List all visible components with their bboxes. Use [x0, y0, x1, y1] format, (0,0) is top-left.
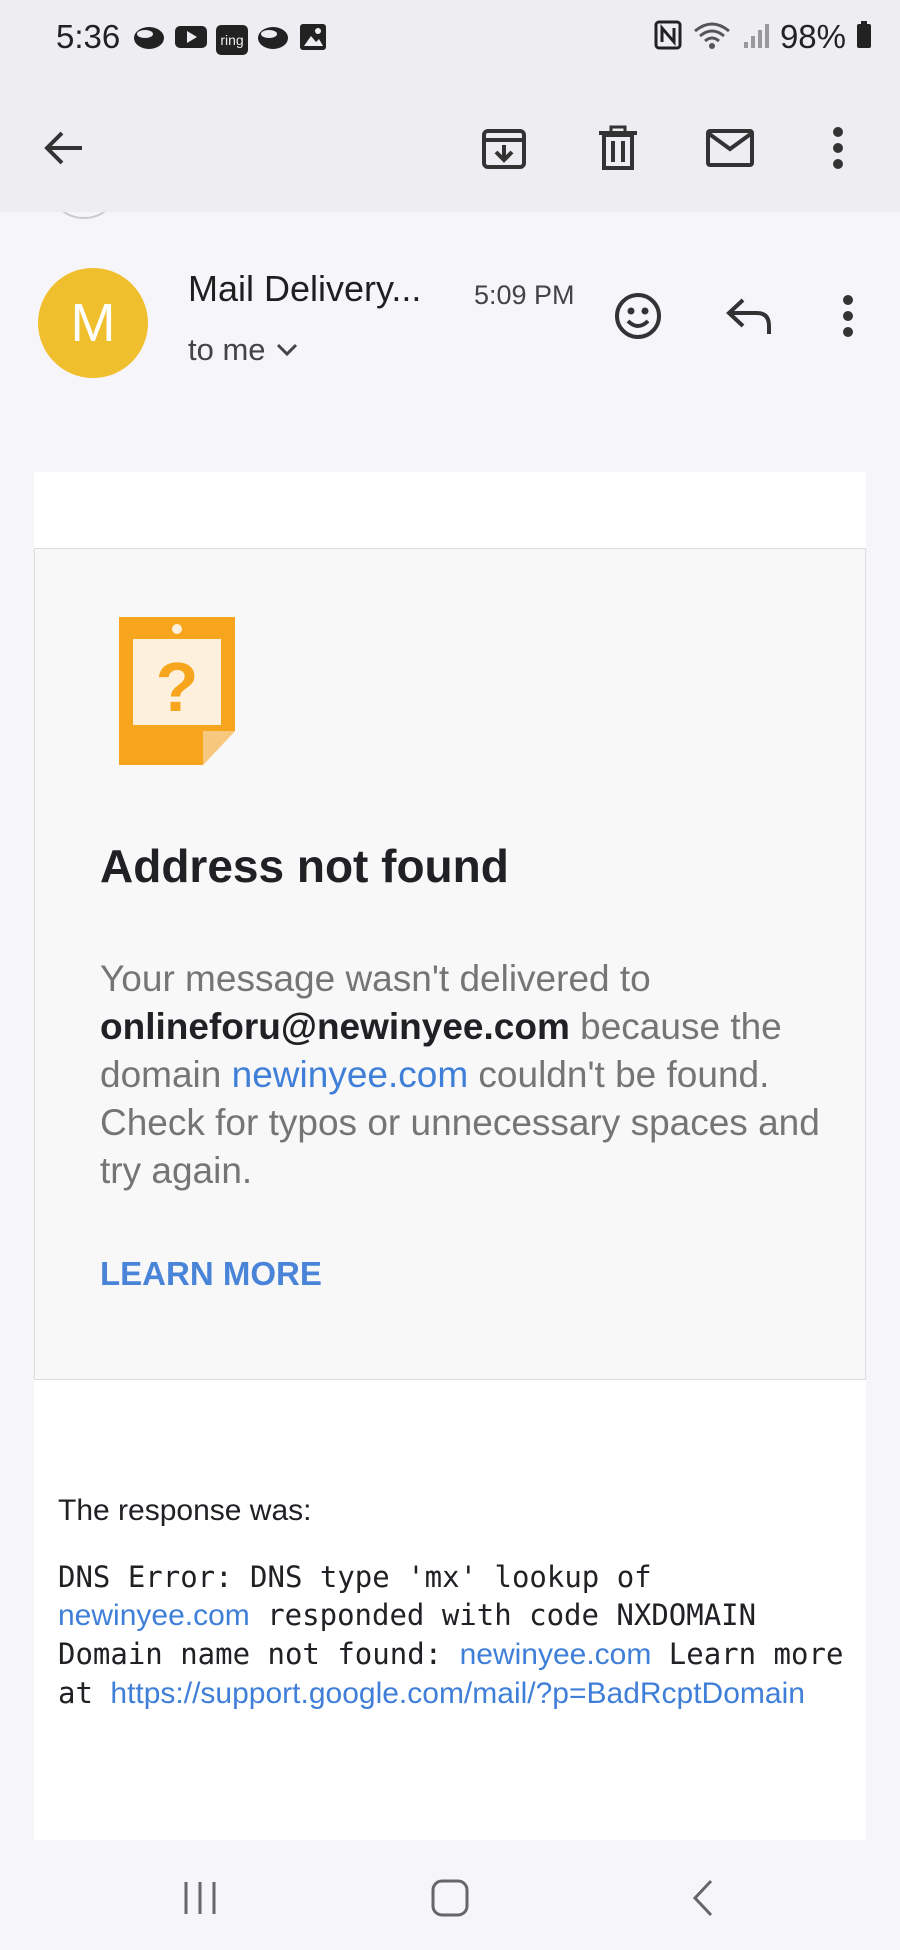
message-body: ? Address not found Your message wasn't … [34, 472, 866, 1840]
reply-button[interactable] [720, 286, 780, 346]
ring-label: ring [220, 31, 244, 48]
learn-more-link[interactable]: LEARN MORE [100, 1255, 322, 1293]
more-vert-icon [833, 127, 843, 169]
youtube-icon [174, 22, 208, 57]
dns-error-response: DNS Error: DNS type 'mx' lookup of newin… [58, 1558, 858, 1713]
more-options-button[interactable] [806, 116, 870, 180]
mark-unread-button[interactable] [698, 116, 762, 180]
status-time: 5:36 [56, 18, 121, 55]
home-button[interactable] [420, 1868, 480, 1928]
support-url-link[interactable]: https://support.google.com/mail/?p=BadRc… [110, 1677, 805, 1710]
recipient-label: to me [188, 332, 266, 367]
gallery-icon [298, 22, 328, 57]
recents-icon [184, 1882, 216, 1914]
domain-link[interactable]: newinyee.com [460, 1638, 652, 1671]
recipient-details-toggle[interactable]: to me [188, 332, 298, 368]
error-description: Your message wasn't delivered to onlinef… [100, 955, 820, 1195]
notification-app-icon-2 [256, 22, 290, 57]
response-label: The response was: [58, 1494, 312, 1527]
domain-link[interactable]: newinyee.com [58, 1599, 250, 1632]
sender-name[interactable]: Mail Delivery... [188, 268, 421, 310]
back-button[interactable] [32, 116, 96, 180]
archive-button[interactable] [472, 116, 536, 180]
signal-icon [742, 20, 770, 55]
arrow-left-icon [44, 131, 82, 165]
domain-link[interactable]: newinyee.com [232, 1054, 469, 1095]
status-bar: 5:36 ring 98% [0, 0, 900, 80]
message-more-button[interactable] [818, 286, 878, 346]
battery-percentage: 98% [779, 18, 846, 55]
status-right: 98% [654, 18, 872, 56]
failed-address: onlineforu@newinyee.com [100, 1006, 570, 1047]
warning-note-icon: ? [119, 617, 239, 772]
error-text-1: Your message wasn't delivered to [100, 958, 651, 999]
chevron-left-icon [692, 1879, 713, 1917]
home-icon [431, 1879, 469, 1917]
delete-button[interactable] [586, 116, 650, 180]
svg-text:?: ? [156, 648, 199, 726]
more-vert-icon [843, 295, 853, 337]
system-navigation-bar [0, 1840, 900, 1950]
delivery-error-card: ? Address not found Your message wasn't … [34, 548, 866, 1380]
sender-avatar[interactable]: M [38, 268, 148, 378]
error-title: Address not found [100, 840, 509, 892]
email-time: 5:09 PM [474, 280, 575, 310]
wifi-icon [692, 20, 732, 55]
mail-icon [706, 129, 754, 167]
recent-apps-button[interactable] [170, 1868, 230, 1928]
email-content: M Mail Delivery... 5:09 PM to me ? Addre… [0, 212, 900, 1840]
notification-app-icon [132, 22, 166, 57]
chevron-down-icon [276, 343, 297, 357]
nfc-icon [654, 20, 682, 55]
email-toolbar [0, 80, 900, 212]
ring-icon: ring [216, 24, 248, 55]
add-reaction-button[interactable] [608, 286, 668, 346]
system-back-button[interactable] [674, 1868, 734, 1928]
emoji-icon [615, 293, 661, 339]
battery-icon [856, 20, 872, 54]
response-text-1: DNS Error: DNS type 'mx' lookup of [58, 1560, 652, 1594]
archive-icon [482, 129, 526, 169]
reply-icon [726, 298, 771, 334]
notification-icons: ring [132, 22, 328, 57]
previous-avatar-edge [62, 212, 106, 219]
trash-icon [599, 125, 637, 170]
